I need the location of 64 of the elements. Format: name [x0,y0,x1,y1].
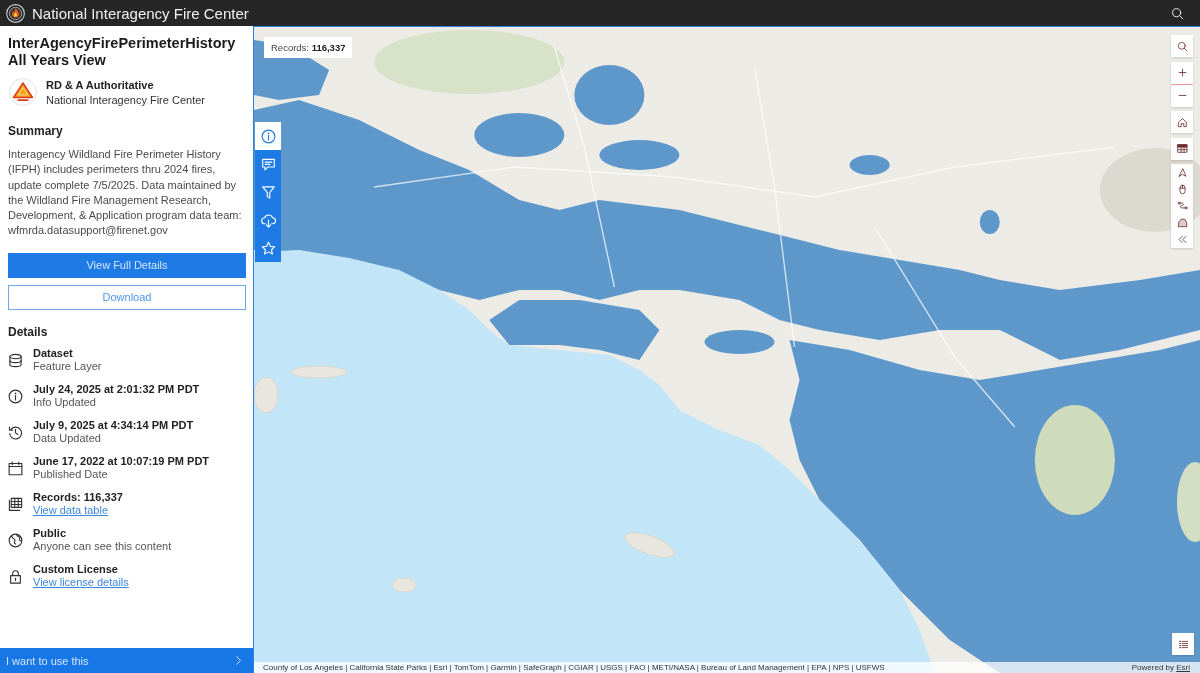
collapse-button[interactable] [1171,231,1193,248]
detail-title: June 17, 2022 at 10:07:19 PM PDT [33,454,210,469]
cloud-download-icon [260,212,276,228]
double-chevron-left-icon [1176,234,1188,246]
summary-heading: Summary [8,124,64,138]
home-icon [1176,116,1188,128]
database-icon [8,352,23,368]
detail-title: July 9, 2025 at 4:34:14 PM PDT [33,418,194,433]
records-count-label: Records: 116,337 [264,37,353,58]
favorite-tab[interactable] [255,234,281,262]
triangle-logo-icon [9,78,37,106]
filter-icon [260,184,276,200]
search-button[interactable] [1171,6,1184,20]
view-details-button[interactable]: View Full Details [8,252,246,278]
list-icon [1177,638,1189,650]
calendar-icon [8,460,23,476]
info-icon [8,388,23,404]
globe-icon [8,532,23,548]
details-heading: Details [8,324,49,339]
detail-subtitle: Data Updated [33,432,102,446]
plus-icon [1176,67,1188,78]
organization-name: National Interagency Fire Center [46,93,205,106]
comments-tab[interactable] [255,150,281,178]
zoom-in-button[interactable] [1171,61,1193,85]
detail-title: Public [33,526,67,541]
mouse-icon [1176,183,1188,195]
esri-link[interactable]: Esri [1176,663,1190,672]
legend-button[interactable] [1172,633,1194,655]
search-icon [1171,6,1184,20]
table-icon [8,496,23,512]
detail-title: Records: 116,337 [33,490,123,505]
detail-subtitle: Info Updated [33,396,97,410]
owner-name: RD & A Authoritative [46,78,155,91]
history-icon [8,424,23,440]
lock-icon [8,568,23,584]
search-icon [1176,40,1188,52]
chevron-right-icon [233,655,244,666]
detail-title: Custom License [33,562,119,577]
detail-link[interactable]: View data table [33,504,109,518]
item-title: InterAgencyFirePerimeterHistory All Years View [8,35,237,69]
flame-logo-icon [6,3,25,23]
detail-title: Dataset [33,346,74,361]
table-icon [1176,143,1188,154]
app-title: National Interagency Fire Center [32,4,250,22]
home-button[interactable] [1171,111,1193,133]
polygon-icon [1176,217,1188,229]
use-this-bar[interactable]: I want to use this [0,648,253,673]
navigation-arrow-icon [1176,166,1188,178]
download-button[interactable]: Download [8,284,246,310]
comment-icon [260,156,276,172]
info-icon [260,128,276,144]
star-icon [260,240,276,256]
detail-subtitle: Published Date [33,468,109,482]
table-button[interactable] [1171,137,1193,160]
navigate-button[interactable] [1171,164,1193,181]
summary-text: Interagency Wildland Fire Perimeter History (IFPH) includes perimeters thru 2024 fires, update complete 7/5/2025. Data maintained by the Wildland Fire Management Research, Development, & Application program data team: wfmrda.datasupport@firenet.gov [8,147,243,239]
route-icon [1176,200,1188,212]
attribution-text: County of Los Angeles | California State Parks | Esri | TomTom | Garmin | SafeGraph | CGIAR | USGS | FAO | METI/NASA | Bureau of Land Management | EPA | NPS | USFWS [263,663,885,672]
detail-subtitle: Anyone can see this content [33,540,172,554]
detail-link[interactable]: View license details [33,576,129,590]
detail-subtitle: Feature Layer [33,360,102,374]
info-tab[interactable] [255,122,281,150]
powered-by-text: Powered by Esri [1131,663,1190,672]
detail-title: July 24, 2025 at 2:01:32 PM PDT [33,382,200,397]
